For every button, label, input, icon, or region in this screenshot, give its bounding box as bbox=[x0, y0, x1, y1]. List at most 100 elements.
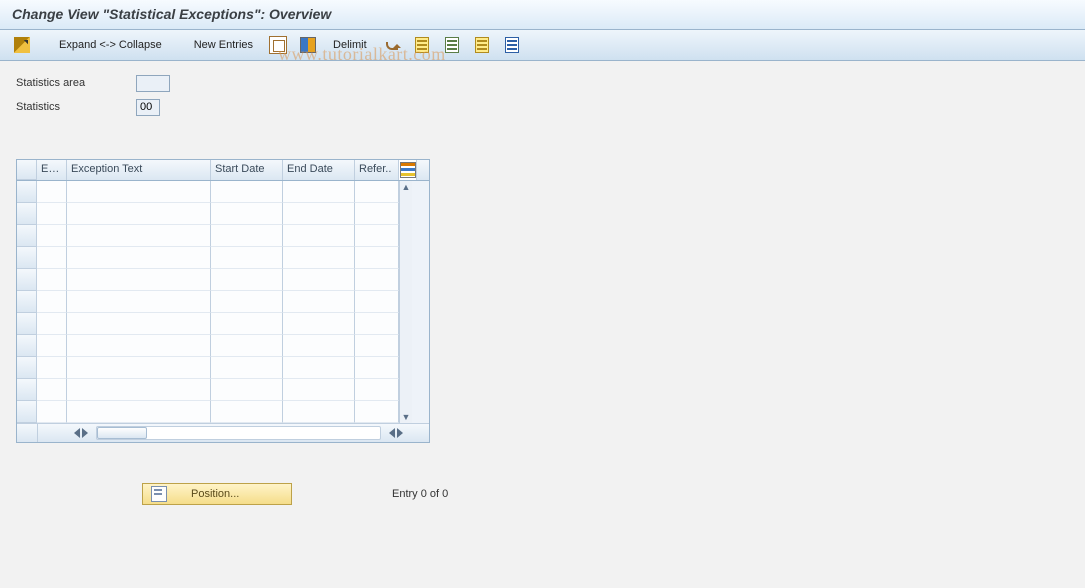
hscroll-left-arrow-2[interactable] bbox=[389, 428, 395, 438]
cell-start-date[interactable] bbox=[211, 225, 283, 247]
cell-ex[interactable] bbox=[37, 313, 67, 335]
cell-ex[interactable] bbox=[37, 335, 67, 357]
delimit-button[interactable]: Delimit bbox=[326, 35, 374, 55]
cell-end-date[interactable] bbox=[283, 357, 355, 379]
cell-refer[interactable] bbox=[355, 203, 399, 225]
cell-refer[interactable] bbox=[355, 291, 399, 313]
cell-end-date[interactable] bbox=[283, 269, 355, 291]
cell-start-date[interactable] bbox=[211, 269, 283, 291]
cell-refer[interactable] bbox=[355, 357, 399, 379]
row-selector[interactable] bbox=[17, 269, 37, 291]
cell-exception-text[interactable] bbox=[67, 269, 211, 291]
cell-refer[interactable] bbox=[355, 379, 399, 401]
cell-end-date[interactable] bbox=[283, 335, 355, 357]
row-selector[interactable] bbox=[17, 247, 37, 269]
col-header-start-date[interactable]: Start Date bbox=[211, 160, 283, 180]
row-selector[interactable] bbox=[17, 313, 37, 335]
cell-exception-text[interactable] bbox=[67, 225, 211, 247]
cell-refer[interactable] bbox=[355, 313, 399, 335]
cell-exception-text[interactable] bbox=[67, 313, 211, 335]
cell-start-date[interactable] bbox=[211, 291, 283, 313]
row-selector[interactable] bbox=[17, 291, 37, 313]
row-selector[interactable] bbox=[17, 357, 37, 379]
cell-exception-text[interactable] bbox=[67, 335, 211, 357]
hscroll-thumb[interactable] bbox=[97, 427, 147, 439]
hscroll-track[interactable] bbox=[96, 426, 381, 440]
cell-refer[interactable] bbox=[355, 181, 399, 203]
col-header-refer[interactable]: Refer.. bbox=[355, 160, 399, 180]
select-block-button[interactable] bbox=[440, 35, 464, 55]
cell-end-date[interactable] bbox=[283, 181, 355, 203]
copy-as-button[interactable] bbox=[266, 35, 290, 55]
cell-refer[interactable] bbox=[355, 335, 399, 357]
col-header-end-date[interactable]: End Date bbox=[283, 160, 355, 180]
input-statistics[interactable] bbox=[136, 99, 160, 116]
cell-start-date[interactable] bbox=[211, 313, 283, 335]
cell-refer[interactable] bbox=[355, 225, 399, 247]
toggle-change-button[interactable] bbox=[10, 35, 34, 55]
row-selector[interactable] bbox=[17, 181, 37, 203]
cell-end-date[interactable] bbox=[283, 379, 355, 401]
cell-exception-text[interactable] bbox=[67, 291, 211, 313]
cell-exception-text[interactable] bbox=[67, 181, 211, 203]
new-entries-button[interactable]: New Entries bbox=[187, 35, 260, 55]
label-statistics-area: Statistics area bbox=[16, 77, 136, 89]
cell-start-date[interactable] bbox=[211, 335, 283, 357]
cell-ex[interactable] bbox=[37, 247, 67, 269]
cell-ex[interactable] bbox=[37, 269, 67, 291]
cell-start-date[interactable] bbox=[211, 357, 283, 379]
cell-exception-text[interactable] bbox=[67, 357, 211, 379]
delete-button[interactable] bbox=[296, 35, 320, 55]
expand-collapse-button[interactable]: Expand <-> Collapse bbox=[52, 35, 169, 55]
col-header-ex[interactable]: Ex... bbox=[37, 160, 67, 180]
corner-select-all[interactable] bbox=[17, 160, 37, 180]
deselect-all-icon bbox=[475, 37, 489, 53]
scroll-down-arrow[interactable]: ▼ bbox=[401, 411, 411, 423]
cell-exception-text[interactable] bbox=[67, 247, 211, 269]
row-selector[interactable] bbox=[17, 225, 37, 247]
table-settings-button[interactable] bbox=[399, 160, 417, 180]
deselect-all-button[interactable] bbox=[470, 35, 494, 55]
row-selector[interactable] bbox=[17, 203, 37, 225]
cell-start-date[interactable] bbox=[211, 379, 283, 401]
cell-exception-text[interactable] bbox=[67, 203, 211, 225]
cell-refer[interactable] bbox=[355, 401, 399, 423]
cell-refer[interactable] bbox=[355, 247, 399, 269]
cell-exception-text[interactable] bbox=[67, 401, 211, 423]
undo-button[interactable] bbox=[380, 35, 404, 55]
cell-ex[interactable] bbox=[37, 401, 67, 423]
cell-end-date[interactable] bbox=[283, 291, 355, 313]
row-selector[interactable] bbox=[17, 335, 37, 357]
config-button[interactable] bbox=[500, 35, 524, 55]
hscroll-left-arrow[interactable] bbox=[74, 428, 80, 438]
row-selector[interactable] bbox=[17, 379, 37, 401]
cell-start-date[interactable] bbox=[211, 247, 283, 269]
col-header-exception-text[interactable]: Exception Text bbox=[67, 160, 211, 180]
cell-end-date[interactable] bbox=[283, 247, 355, 269]
select-all-button[interactable] bbox=[410, 35, 434, 55]
cell-refer[interactable] bbox=[355, 269, 399, 291]
position-label: Position... bbox=[191, 488, 239, 500]
input-statistics-area[interactable] bbox=[136, 75, 170, 92]
cell-ex[interactable] bbox=[37, 181, 67, 203]
cell-ex[interactable] bbox=[37, 357, 67, 379]
cell-ex[interactable] bbox=[37, 203, 67, 225]
hscroll-right-arrow[interactable] bbox=[82, 428, 88, 438]
cell-start-date[interactable] bbox=[211, 401, 283, 423]
cell-end-date[interactable] bbox=[283, 225, 355, 247]
scroll-up-arrow[interactable]: ▲ bbox=[401, 181, 411, 193]
cell-ex[interactable] bbox=[37, 379, 67, 401]
cell-end-date[interactable] bbox=[283, 313, 355, 335]
pencil-icon bbox=[14, 37, 30, 53]
vertical-scrollbar[interactable]: ▲ ▼ bbox=[399, 181, 412, 423]
cell-ex[interactable] bbox=[37, 225, 67, 247]
cell-end-date[interactable] bbox=[283, 203, 355, 225]
hscroll-right-arrow-2[interactable] bbox=[397, 428, 403, 438]
row-selector[interactable] bbox=[17, 401, 37, 423]
cell-ex[interactable] bbox=[37, 291, 67, 313]
cell-end-date[interactable] bbox=[283, 401, 355, 423]
cell-start-date[interactable] bbox=[211, 181, 283, 203]
cell-start-date[interactable] bbox=[211, 203, 283, 225]
position-button[interactable]: Position... bbox=[142, 483, 292, 505]
cell-exception-text[interactable] bbox=[67, 379, 211, 401]
